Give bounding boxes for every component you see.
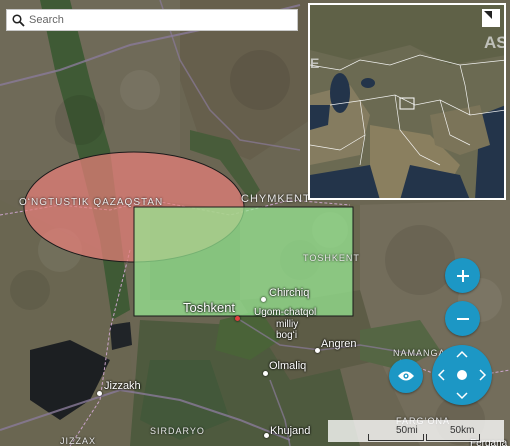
minus-icon <box>456 317 469 320</box>
pan-right-arrow[interactable] <box>479 369 487 381</box>
city-label-angren: Angren <box>321 338 357 350</box>
capital-marker-icon <box>235 316 240 321</box>
map-view[interactable]: OʻNGTUSTIK QAZAQSTAN CHYMKENT TOSHKENT T… <box>0 0 510 446</box>
city-label-olmaliq: Olmaliq <box>269 360 307 372</box>
city-marker-khujand <box>264 433 269 438</box>
region-label-toshkent: TOSHKENT <box>303 253 360 263</box>
overview-map-image <box>310 5 504 198</box>
pan-down-arrow[interactable] <box>456 392 468 400</box>
city-marker-jizzakh <box>97 391 102 396</box>
view-toggle-button[interactable] <box>389 359 423 393</box>
pan-control[interactable] <box>432 345 492 405</box>
collapse-arrow-icon <box>484 11 492 19</box>
scale-bar-miles <box>368 434 424 441</box>
region-label-jizzax: JIZZAX <box>60 436 97 446</box>
city-label-toshkent: Toshkent <box>183 300 236 315</box>
pan-up-arrow[interactable] <box>456 350 468 358</box>
pan-compass-icon <box>437 350 487 400</box>
park-label-ugom-chatqol: Ugom-chatqol <box>254 307 317 318</box>
overview-map[interactable]: AS E <box>308 3 506 200</box>
city-label-khujand: Khujand <box>270 425 311 437</box>
overview-collapse-button[interactable] <box>482 9 500 27</box>
zoom-in-button[interactable] <box>445 258 480 293</box>
eye-icon <box>398 371 414 381</box>
search-icon[interactable] <box>7 10 29 30</box>
city-label-chymkent: CHYMKENT <box>241 193 311 205</box>
scale-bar-km <box>426 434 480 441</box>
city-marker-chirchiq <box>261 297 266 302</box>
city-marker-olmaliq <box>263 371 268 376</box>
search-box[interactable] <box>6 9 298 31</box>
region-label-ontustik-qazaqstan: OʻNGTUSTIK QAZAQSTAN <box>19 197 164 208</box>
overview-label-asia: AS <box>484 33 506 52</box>
pan-center-dot[interactable] <box>457 370 467 380</box>
park-label-milliy: milliy <box>276 319 299 330</box>
scale-bar: 50mi 50km <box>328 420 504 442</box>
city-label-jizzakh: Jizzakh <box>104 380 141 392</box>
city-marker-angren <box>315 348 320 353</box>
region-label-sirdaryo: SIRDARYO <box>150 426 205 436</box>
search-input[interactable] <box>29 14 279 26</box>
plus-icon <box>456 269 469 282</box>
city-label-chirchiq: Chirchiq <box>269 287 310 299</box>
park-label-bogi: bogʻi <box>276 330 298 341</box>
zoom-out-button[interactable] <box>445 301 480 336</box>
pan-left-arrow[interactable] <box>437 369 445 381</box>
overview-label-europe: E <box>310 55 320 71</box>
